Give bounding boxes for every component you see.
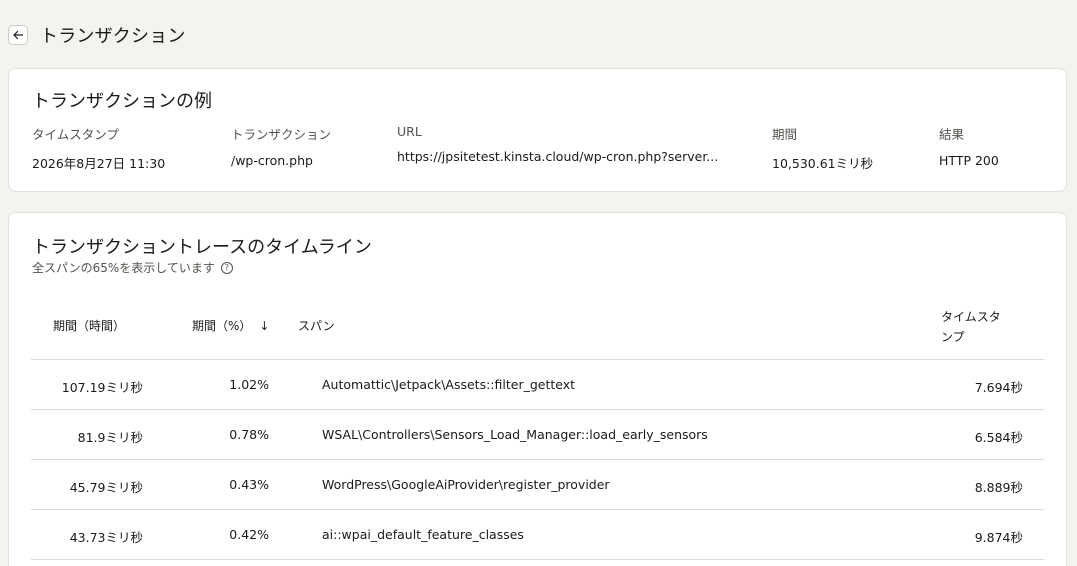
cell-timestamp: 8.889秒 <box>974 480 1023 495</box>
cell-duration: 43.73ミリ秒 <box>69 530 143 545</box>
field-value: /wp-cron.php <box>231 153 313 168</box>
cell-percent: 0.42% <box>229 527 269 542</box>
column-header-percent[interactable]: 期間（%） ↓ <box>192 317 269 334</box>
cell-span: WSAL\Controllers\Sensors_Load_Manager::l… <box>322 427 708 442</box>
cell-span: WordPress\GoogleAiProvider\register_prov… <box>322 477 610 492</box>
table-row[interactable]: 107.19ミリ秒 1.02% Automattic\Jetpack\Asset… <box>31 360 1044 410</box>
cell-span: Automattic\Jetpack\Assets::filter_gettex… <box>322 377 576 392</box>
column-header-label: タイムスタ <box>941 310 1001 324</box>
field-result: 結果 HTTP 200 <box>939 124 999 168</box>
page-title: トランザクション <box>40 26 186 47</box>
column-header-span[interactable]: スパン <box>298 317 335 334</box>
field-label: 結果 <box>939 127 965 142</box>
table-row[interactable]: 43.73ミリ秒 0.42% ai::wpai_default_feature_… <box>31 510 1044 560</box>
back-button[interactable] <box>8 25 28 45</box>
cell-percent: 0.78% <box>229 427 269 442</box>
cell-timestamp: 9.874秒 <box>974 530 1023 545</box>
trace-timeline-card: トランザクショントレースのタイムライン 全スパンの65%を表示しています ? 期… <box>8 212 1067 566</box>
arrow-down-icon[interactable]: ↓ <box>259 319 269 333</box>
arrow-left-icon <box>13 30 24 40</box>
field-value[interactable]: https://jpsitetest.kinsta.cloud/wp-cron.… <box>397 149 718 164</box>
field-value: 10,530.61ミリ秒 <box>772 156 874 171</box>
field-value: 2026年8月27日 11:30 <box>32 156 166 171</box>
field-transaction: トランザクション /wp-cron.php <box>231 124 331 168</box>
timeline-subtitle: 全スパンの65%を表示しています ? <box>32 259 233 276</box>
cell-timestamp: 7.694秒 <box>974 380 1023 395</box>
page: トランザクション トランザクションの例 タイムスタンプ 2026年8月27日 1… <box>0 0 1077 566</box>
cell-duration: 45.79ミリ秒 <box>69 480 143 495</box>
column-header-timestamp[interactable]: タイムスタ ンプ <box>941 307 1001 347</box>
field-value: HTTP 200 <box>939 153 999 168</box>
help-icon[interactable]: ? <box>220 261 233 274</box>
field-url: URL https://jpsitetest.kinsta.cloud/wp-c… <box>397 124 718 164</box>
cell-percent: 1.02% <box>229 377 269 392</box>
page-header: トランザクション <box>8 22 186 48</box>
field-label: URL <box>397 124 422 139</box>
field-duration: 期間 10,530.61ミリ秒 <box>772 124 873 172</box>
column-header-label: ンプ <box>941 330 965 344</box>
table-row[interactable]: 45.79ミリ秒 0.43% WordPress\GoogleAiProvide… <box>31 460 1044 510</box>
spans-table: 期間（時間） 期間（%） ↓ スパン タイムスタ ンプ 107.19ミリ秒 1.0… <box>31 297 1044 560</box>
cell-span: ai::wpai_default_feature_classes <box>322 527 524 542</box>
field-label: 期間 <box>772 127 798 142</box>
cell-duration: 81.9ミリ秒 <box>77 430 143 445</box>
subtitle-text: 全スパンの65%を表示しています <box>32 261 215 275</box>
cell-percent: 0.43% <box>229 477 269 492</box>
field-timestamp: タイムスタンプ 2026年8月27日 11:30 <box>32 124 165 172</box>
cell-timestamp: 6.584秒 <box>974 430 1023 445</box>
column-header-label: 期間（%） <box>192 319 252 333</box>
column-header-duration[interactable]: 期間（時間） <box>53 317 125 334</box>
table-header: 期間（時間） 期間（%） ↓ スパン タイムスタ ンプ <box>31 297 1044 360</box>
field-label: タイムスタンプ <box>32 127 119 142</box>
table-row[interactable]: 81.9ミリ秒 0.78% WSAL\Controllers\Sensors_L… <box>31 410 1044 460</box>
transaction-example-card: トランザクションの例 タイムスタンプ 2026年8月27日 11:30 トランザ… <box>8 68 1067 192</box>
field-label: トランザクション <box>231 127 332 142</box>
card-title: トランザクションの例 <box>32 91 212 112</box>
card-title: トランザクショントレースのタイムライン <box>32 237 372 258</box>
cell-duration: 107.19ミリ秒 <box>61 380 143 395</box>
